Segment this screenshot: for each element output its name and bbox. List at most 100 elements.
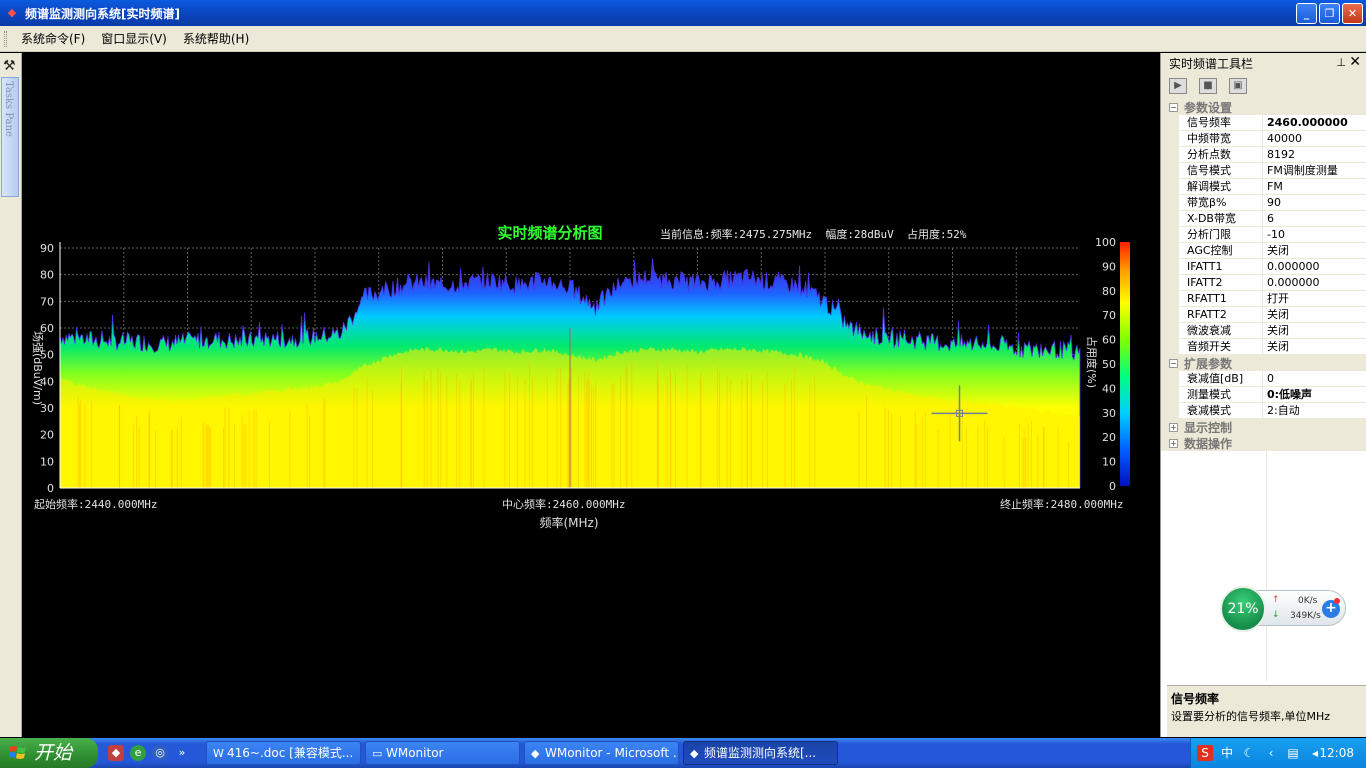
category-label: 数据操作	[1184, 436, 1233, 451]
x-axis-label: 频率(MHz)	[539, 515, 598, 530]
property-row[interactable]: 衰减模式 2:自动	[1161, 403, 1366, 419]
y-axis-label: 场强(dBuV/m)	[31, 331, 45, 405]
chevron-left-icon[interactable]: ‹	[1263, 745, 1279, 761]
panel-title: 实时频谱工具栏	[1169, 56, 1254, 71]
property-value[interactable]: 40000	[1263, 131, 1366, 146]
row-gutter	[1161, 179, 1179, 194]
right-tick-label: 60	[1102, 334, 1116, 347]
pin-icon[interactable]: ⊥	[1336, 56, 1346, 69]
expand-icon[interactable]: +	[1169, 422, 1178, 432]
property-value[interactable]: 0	[1263, 371, 1366, 386]
tools-icon[interactable]: ⚒	[3, 58, 16, 74]
property-value[interactable]: 关闭	[1263, 307, 1366, 322]
property-row[interactable]: 分析门限 -10	[1161, 227, 1366, 243]
start-button[interactable]: 开始	[0, 738, 98, 768]
property-row[interactable]: RFATT1 打开	[1161, 291, 1366, 307]
taskbar-task[interactable]: ◆ WMonitor - Microsoft ...	[524, 741, 679, 765]
right-tick-label: 0	[1109, 480, 1116, 493]
property-row[interactable]: 解调模式 FM	[1161, 179, 1366, 195]
category-data-operation[interactable]: + 数据操作	[1161, 435, 1366, 451]
taskbar-task[interactable]: W 416~.doc [兼容模式...	[206, 741, 361, 765]
property-row[interactable]: 分析点数 8192	[1161, 147, 1366, 163]
category-display-control[interactable]: + 显示控制	[1161, 419, 1366, 435]
category-parameter-settings[interactable]: − 参数设置	[1161, 99, 1366, 115]
property-row[interactable]: 信号模式 FM调制度测量	[1161, 163, 1366, 179]
property-value[interactable]: 2:自动	[1263, 403, 1366, 418]
usage-percent[interactable]: 21%	[1220, 586, 1266, 632]
quick-globe-icon[interactable]: ◎	[152, 745, 168, 761]
chart-title: 实时频谱分析图	[497, 224, 602, 242]
property-row[interactable]: 衰减值[dB] 0	[1161, 371, 1366, 387]
property-value[interactable]: 关闭	[1263, 323, 1366, 338]
property-row[interactable]: IFATT2 0.000000	[1161, 275, 1366, 291]
property-help: 信号频率 设置要分析的信号频率,单位MHz	[1167, 685, 1366, 737]
ime-s-icon[interactable]: S	[1197, 745, 1213, 761]
property-row[interactable]: 信号频率 2460.000000	[1161, 115, 1366, 131]
property-value[interactable]: 6	[1263, 211, 1366, 226]
property-value[interactable]: 0.000000	[1263, 275, 1366, 290]
maximize-button[interactable]: ❐	[1319, 3, 1340, 24]
spectrum-trace	[59, 258, 1081, 489]
menu-window-display[interactable]: 窗口显示(V)	[93, 30, 175, 47]
window-title: 频谱监测测向系统[实时频谱]	[25, 6, 180, 21]
property-row[interactable]: IFATT1 0.000000	[1161, 259, 1366, 275]
minimize-button[interactable]: _	[1296, 3, 1317, 24]
collapse-icon[interactable]: −	[1169, 358, 1178, 368]
quick-more-icon[interactable]: »	[174, 745, 190, 761]
property-value[interactable]: 0:低噪声	[1263, 387, 1366, 402]
property-value[interactable]: 2460.000000	[1263, 115, 1366, 130]
spectrum-plot-area[interactable]: 0 10 20 30 40 50 60 70 80 90 0 10 20 30 40 50 60 70 80 90 10…	[24, 54, 1158, 738]
property-value[interactable]: 打开	[1263, 291, 1366, 306]
row-gutter	[1161, 195, 1179, 210]
property-row[interactable]: 音频开关 关闭	[1161, 339, 1366, 355]
property-row[interactable]: 中频带宽 40000	[1161, 131, 1366, 147]
property-value[interactable]: -10	[1263, 227, 1366, 242]
property-row[interactable]: 带宽β% 90	[1161, 195, 1366, 211]
property-row[interactable]: 测量模式 0:低噪声	[1161, 387, 1366, 403]
taskbar-task[interactable]: ▭ WMonitor	[365, 741, 520, 765]
window-icon[interactable]: ▣	[1229, 78, 1247, 94]
property-value[interactable]: 关闭	[1263, 243, 1366, 258]
start-freq-label: 起始频率:2440.000MHz	[34, 497, 157, 511]
property-value[interactable]: 0.000000	[1263, 259, 1366, 274]
taskbar-task[interactable]: ◆ 频谱监测测向系统[...	[683, 741, 838, 765]
y-tick-label: 10	[40, 455, 54, 468]
property-row[interactable]: 微波衰减 关闭	[1161, 323, 1366, 339]
collapse-icon[interactable]: −	[1169, 102, 1178, 112]
close-button[interactable]: ✕	[1342, 3, 1363, 24]
center-freq-label: 中心频率:2460.000MHz	[502, 497, 625, 511]
property-value[interactable]: 关闭	[1263, 339, 1366, 354]
panel-close-icon[interactable]: ✕	[1349, 54, 1361, 70]
ime-lang[interactable]: 中	[1219, 745, 1235, 761]
right-tick-label: 50	[1102, 358, 1116, 371]
quick-app-icon[interactable]: ◆	[108, 745, 124, 761]
network-icon[interactable]: ▤	[1285, 745, 1301, 761]
stop-icon[interactable]: ■	[1199, 78, 1217, 94]
row-gutter	[1161, 259, 1179, 274]
category-extended-parameters[interactable]: − 扩展参数	[1161, 355, 1366, 371]
property-key: 音频开关	[1179, 339, 1263, 354]
menu-bar: 系统命令(F) 窗口显示(V) 系统帮助(H)	[0, 26, 1366, 52]
y-tick-label: 0	[47, 482, 54, 495]
property-value[interactable]: 8192	[1263, 147, 1366, 162]
network-speed-widget[interactable]: 21% ↑ ↓ 0K/s 349K/s +	[1220, 586, 1346, 632]
moon-icon[interactable]: ☾	[1241, 745, 1257, 761]
property-row[interactable]: RFATT2 关闭	[1161, 307, 1366, 323]
start-label: 开始	[34, 742, 73, 764]
right-tick-label: 80	[1102, 285, 1116, 298]
row-gutter	[1161, 339, 1179, 354]
task-icon: ◆	[690, 747, 699, 760]
property-value[interactable]: FM调制度测量	[1263, 163, 1366, 178]
property-grid: − 参数设置 信号频率 2460.000000 中频带宽 40000 分析点数 8192 信…	[1161, 99, 1366, 451]
property-row[interactable]: X-DB带宽 6	[1161, 211, 1366, 227]
property-value[interactable]: FM	[1263, 179, 1366, 194]
menu-system-help[interactable]: 系统帮助(H)	[175, 30, 257, 47]
expand-icon[interactable]: +	[1169, 438, 1178, 448]
menu-system-command[interactable]: 系统命令(F)	[13, 30, 93, 47]
category-label: 扩展参数	[1184, 356, 1233, 371]
property-value[interactable]: 90	[1263, 195, 1366, 210]
play-icon[interactable]: ▶	[1169, 78, 1187, 94]
quick-browser-icon[interactable]: e	[130, 745, 146, 761]
property-row[interactable]: AGC控制 关闭	[1161, 243, 1366, 259]
task-icon: W	[213, 747, 224, 760]
